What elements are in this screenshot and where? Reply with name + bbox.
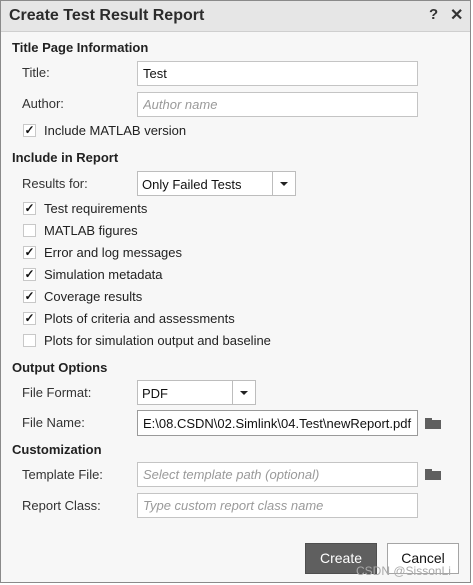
template-file-label: Template File: — [22, 467, 103, 482]
checkbox-box[interactable]: ✓ — [23, 268, 36, 281]
checkbox-label: Simulation metadata — [44, 267, 163, 282]
checkbox-box[interactable] — [23, 224, 36, 237]
dropdown-toggle[interactable] — [232, 381, 255, 404]
chevron-down-icon — [240, 391, 248, 395]
checkbox-label: Test requirements — [44, 201, 148, 216]
checkbox-box[interactable]: ✓ — [23, 202, 36, 215]
title-input[interactable] — [137, 61, 418, 86]
author-label: Author: — [22, 96, 64, 111]
results-for-dropdown[interactable]: Only Failed Tests — [137, 171, 296, 196]
checkbox-label: MATLAB figures — [44, 223, 138, 238]
file-format-value: PDF — [142, 386, 168, 401]
watermark: CSDN @SissonLi — [356, 564, 451, 578]
checkbox-box[interactable]: ✓ — [23, 246, 36, 259]
results-for-label: Results for: — [22, 176, 88, 191]
section-output-options: Output Options — [12, 360, 108, 375]
folder-body — [425, 471, 441, 480]
title-bar: Create Test Result Report ? ✕ — [1, 1, 470, 32]
report-class-label: Report Class: — [22, 498, 101, 513]
checkbox-label: Include MATLAB version — [44, 123, 187, 138]
close-icon[interactable]: ✕ — [450, 5, 463, 25]
template-file-input[interactable] — [137, 462, 418, 487]
section-customization: Customization — [12, 442, 102, 457]
checkbox-box[interactable]: ✓ — [23, 290, 36, 303]
file-format-dropdown[interactable]: PDF — [137, 380, 256, 405]
checkbox-label: Coverage results — [44, 289, 143, 304]
create-test-result-report-dialog: Create Test Result Report ? ✕ Title Page… — [0, 0, 471, 583]
checkbox-box[interactable]: ✓ — [23, 124, 36, 137]
title-label: Title: — [22, 65, 50, 80]
folder-body — [425, 420, 441, 429]
report-class-input[interactable] — [137, 493, 418, 518]
chevron-down-icon — [280, 182, 288, 186]
help-icon[interactable]: ? — [429, 6, 438, 23]
dropdown-toggle[interactable] — [272, 172, 295, 195]
author-input[interactable] — [137, 92, 418, 117]
browse-template-folder-icon[interactable] — [425, 469, 441, 480]
checkbox-label: Plots for simulation output and baseline — [44, 333, 271, 348]
section-include-in-report: Include in Report — [12, 150, 119, 165]
file-format-label: File Format: — [22, 385, 92, 400]
dialog-title: Create Test Result Report — [9, 7, 205, 24]
browse-folder-icon[interactable] — [425, 418, 441, 429]
checkbox-box[interactable]: ✓ — [23, 312, 36, 325]
checkbox-box[interactable] — [23, 334, 36, 347]
checkbox-label: Error and log messages — [44, 245, 183, 260]
checkbox-label: Plots of criteria and assessments — [44, 311, 235, 326]
results-for-value: Only Failed Tests — [142, 177, 242, 192]
section-title-page: Title Page Information — [12, 40, 149, 55]
file-name-label: File Name: — [22, 415, 85, 430]
file-name-input[interactable] — [137, 410, 418, 436]
